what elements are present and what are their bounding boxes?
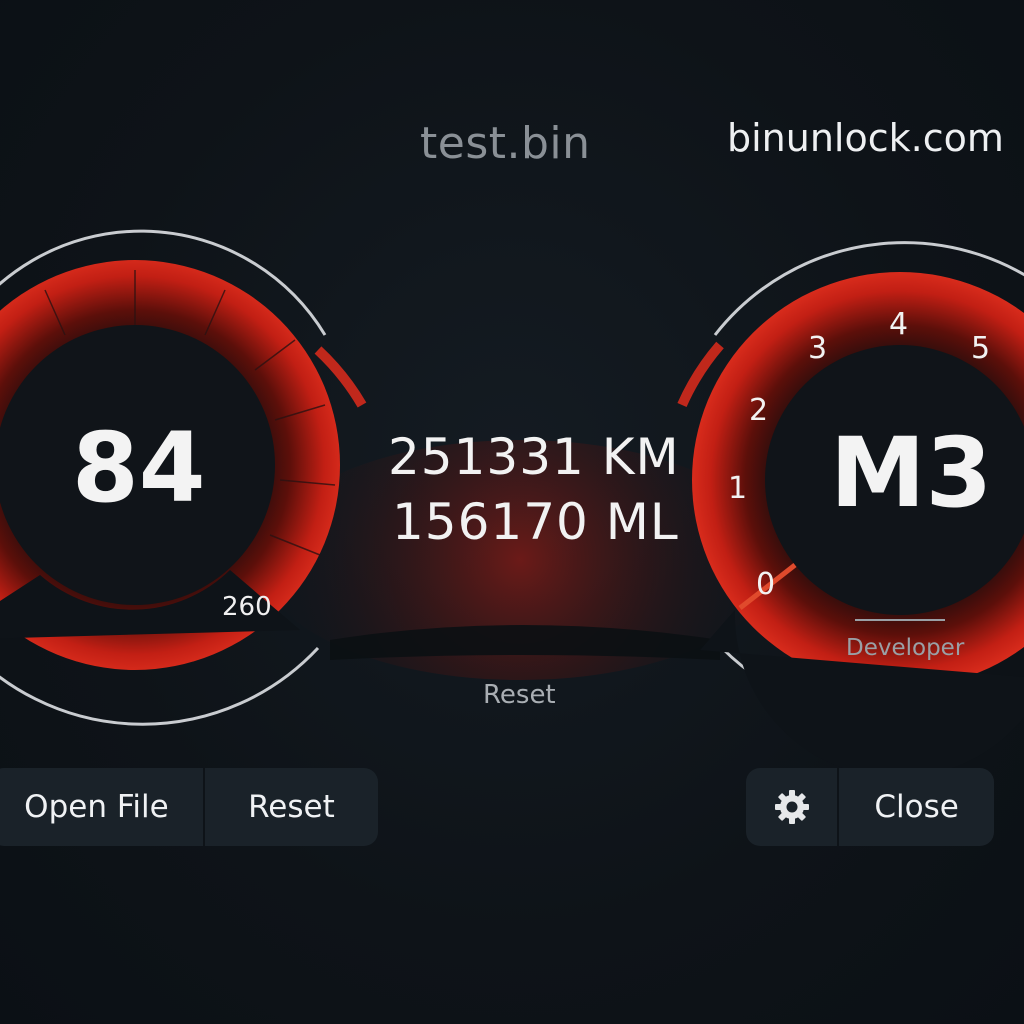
dashboard: 0 1 2 3 4 5 test.bin binunlock.com 84 26…: [0, 0, 1024, 1024]
speed-max-label: 260: [222, 592, 272, 622]
settings-button[interactable]: [746, 768, 837, 846]
developer-status: Developer: [846, 635, 965, 661]
speed-readout: 84: [72, 412, 206, 524]
window-toolbar: Close: [746, 768, 994, 846]
scale-label-2: 2: [749, 393, 768, 428]
scale-label-1: 1: [728, 471, 747, 506]
file-name-title: test.bin: [420, 118, 591, 169]
odometer-reset-link[interactable]: Reset: [483, 680, 556, 710]
odometer-miles: 156170 ML: [392, 493, 679, 551]
gear-icon: [774, 790, 809, 824]
close-button[interactable]: Close: [837, 768, 994, 846]
mode-readout: M3: [830, 417, 993, 529]
file-toolbar: Open File Reset: [0, 768, 378, 846]
odometer-km: 251331 KM: [388, 428, 680, 486]
reset-button[interactable]: Reset: [202, 768, 378, 846]
scale-label-0: 0: [756, 567, 775, 602]
open-file-button[interactable]: Open File: [0, 768, 203, 846]
scale-label-4: 4: [889, 307, 908, 342]
scale-label-3: 3: [808, 331, 827, 366]
scale-label-5: 5: [971, 331, 990, 366]
site-brand: binunlock.com: [727, 116, 1004, 160]
